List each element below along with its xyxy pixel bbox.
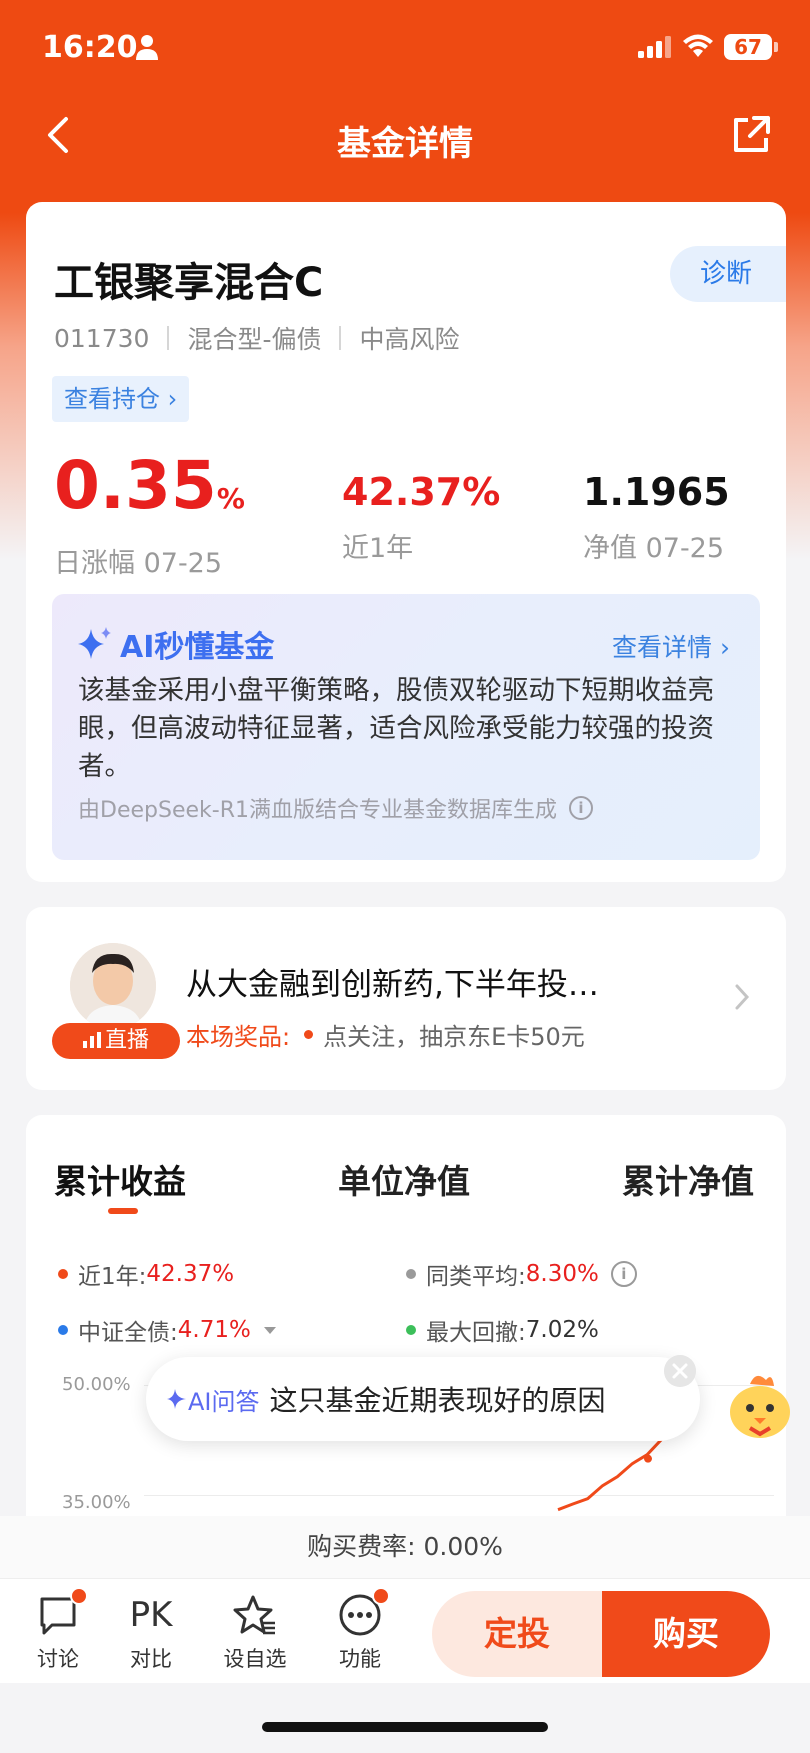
- sparkle-icon: [78, 627, 111, 659]
- home-indicator: [262, 1722, 548, 1732]
- signal-icon: [638, 36, 671, 58]
- ai-summary-text: 该基金采用小盘平衡策略，股债双轮驱动下短期收益亮眼，但高波动特征显著，适合风险承…: [78, 675, 714, 782]
- sparkle-icon: [167, 1389, 186, 1409]
- ai-summary-title-text: AI秒懂基金: [120, 630, 275, 665]
- year-return-label: 近1年: [342, 533, 414, 564]
- bottom-toolbar: 讨论 PK 对比 设自选 功能 定投 购买: [0, 1578, 810, 1683]
- daily-change-value: 0.35: [54, 447, 217, 524]
- fund-code: 011730: [54, 323, 150, 353]
- ai-ask-tag: AI问答: [166, 1382, 260, 1417]
- notification-dot: [70, 1587, 88, 1605]
- live-bars-icon: [82, 1032, 101, 1048]
- compare-button[interactable]: PK 对比: [111, 1593, 191, 1673]
- person-icon: [136, 35, 158, 60]
- year-return-stat: 42.37% 近1年: [342, 464, 500, 565]
- avatar: [70, 943, 156, 1029]
- battery-tip: [774, 42, 778, 52]
- more-functions-button[interactable]: 功能: [320, 1587, 400, 1673]
- chart-end-dot: [644, 1454, 652, 1463]
- ai-footer-text: 由DeepSeek-R1满血版结合专业基金数据库生成: [78, 798, 557, 823]
- nav-stat: 1.1965 净值 07-25: [583, 464, 730, 565]
- ai-view-details-link[interactable]: 查看详情 ›: [612, 628, 730, 664]
- watchlist-label: 设自选: [223, 1647, 287, 1671]
- daily-change-stat: 0.35% 日涨幅 07-25: [54, 450, 245, 580]
- info-icon[interactable]: i: [568, 796, 593, 820]
- live-prize: 本场奖品: 点关注，抽京东E卡50元: [186, 1017, 585, 1052]
- live-title: 从大金融到创新药,下半年投…: [186, 967, 599, 1003]
- live-stream-card[interactable]: 直播 从大金融到创新药,下半年投… 本场奖品: 点关注，抽京东E卡50元: [26, 907, 786, 1090]
- compare-label: 对比: [130, 1647, 172, 1671]
- purchase-fee: 购买费率: 0.00%: [0, 1516, 810, 1578]
- ai-summary-title: AI秒懂基金: [76, 622, 274, 666]
- prize-key: 本场奖品:: [186, 1023, 291, 1051]
- battery-indicator: 67: [724, 34, 772, 60]
- nav-value: 1.1965: [583, 470, 730, 514]
- discuss-label: 讨论: [37, 1647, 79, 1671]
- wifi-icon: [683, 34, 713, 57]
- chart-series-line: [557, 1437, 664, 1512]
- ai-summary-box[interactable]: AI秒懂基金 查看详情 › 该基金采用小盘平衡策略，股债双轮驱动下短期收益亮眼，…: [52, 594, 760, 860]
- status-time: 16:20: [42, 30, 138, 65]
- prize-dot: [304, 1030, 314, 1039]
- notification-dot: [372, 1587, 390, 1605]
- fund-risk: 中高风险: [359, 325, 460, 354]
- live-badge: 直播: [52, 1023, 180, 1059]
- year-return-value: 42.37%: [342, 470, 501, 514]
- nav-label: 净值 07-25: [583, 533, 725, 564]
- ai-ask-question: 这只基金近期表现好的原因: [269, 1384, 606, 1417]
- share-icon[interactable]: [730, 114, 772, 156]
- view-holdings-button[interactable]: 查看持仓 ›: [52, 376, 190, 422]
- fund-card: 工银聚享混合C 诊断 011730 混合型-偏债 中高风险 查看持仓 › 0.3…: [26, 202, 786, 882]
- ai-summary-footer: 由DeepSeek-R1满血版结合专业基金数据库生成 i: [78, 792, 593, 824]
- daily-change-unit: %: [216, 482, 245, 515]
- discuss-button[interactable]: 讨论: [18, 1587, 98, 1673]
- more-label: 功能: [339, 1647, 381, 1671]
- status-bar: 16:20 67: [0, 0, 810, 100]
- close-icon[interactable]: [664, 1355, 696, 1387]
- star-icon: [233, 1595, 275, 1635]
- fund-name: 工银聚享混合C: [54, 260, 324, 306]
- diagnose-button[interactable]: 诊断: [670, 246, 786, 302]
- chevron-right-icon: [735, 984, 750, 1010]
- divider: [339, 326, 342, 350]
- divider: [167, 326, 170, 350]
- buy-button[interactable]: 购买: [602, 1591, 770, 1677]
- mascot-icon[interactable]: [720, 1362, 802, 1444]
- add-watchlist-button[interactable]: 设自选: [215, 1593, 295, 1673]
- page-title: 基金详情: [337, 124, 473, 164]
- ai-question-pill[interactable]: AI问答 这只基金近期表现好的原因: [146, 1357, 700, 1441]
- fund-type: 混合型-偏债: [187, 325, 322, 354]
- fund-meta: 011730 混合型-偏债 中高风险: [54, 320, 459, 356]
- ai-ask-tag-label: AI问答: [188, 1387, 260, 1416]
- pk-icon: PK: [129, 1595, 173, 1635]
- prize-text: 点关注，抽京东E卡50元: [323, 1023, 585, 1051]
- daily-change-label: 日涨幅 07-25: [54, 548, 223, 579]
- avatar-image: [70, 943, 156, 1029]
- auto-invest-button[interactable]: 定投: [432, 1591, 602, 1677]
- live-badge-label: 直播: [104, 1028, 149, 1053]
